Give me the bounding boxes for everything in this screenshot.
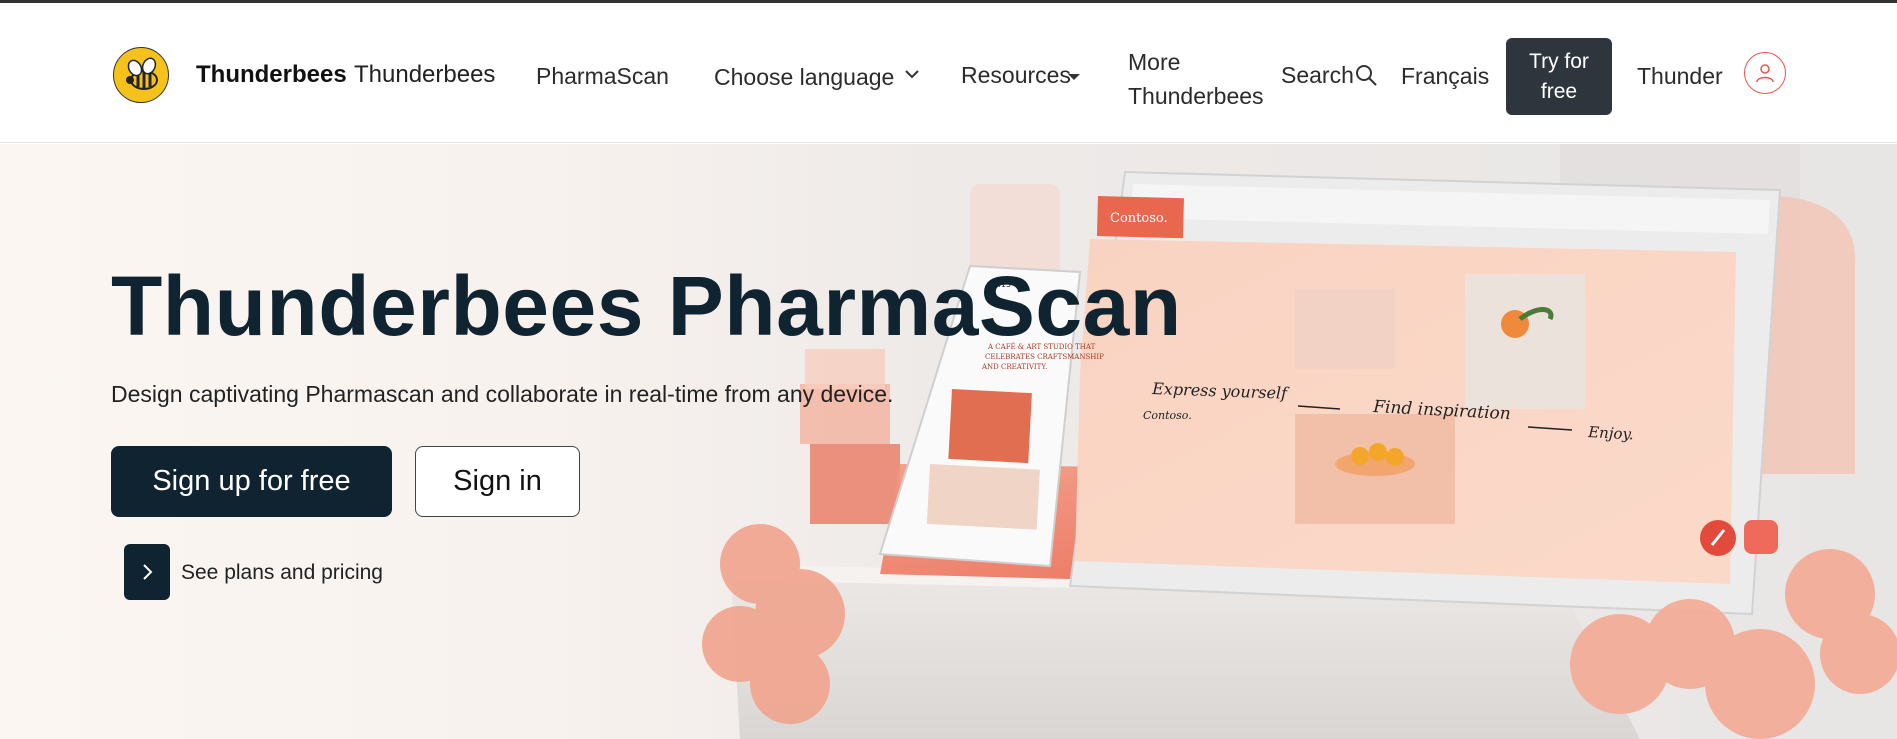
chevron-right-icon[interactable]	[124, 544, 170, 600]
nav-choose-language[interactable]: Choose language	[714, 64, 894, 91]
nav-search[interactable]: Search	[1281, 62, 1354, 89]
svg-text:Contoso.: Contoso.	[1143, 409, 1192, 422]
hero-subtitle: Design captivating Pharmascan and collab…	[111, 381, 894, 407]
caret-down-icon[interactable]	[1068, 74, 1080, 80]
user-avatar-icon[interactable]	[1744, 52, 1786, 94]
nav-account-name[interactable]: Thunder	[1637, 63, 1723, 90]
svg-text:AND CREATIVITY.: AND CREATIVITY.	[981, 363, 1047, 371]
nav-language-fr[interactable]: Français	[1401, 63, 1489, 90]
svg-text:Enjoy.: Enjoy.	[1587, 423, 1634, 443]
brand-name[interactable]: Thunderbees	[354, 61, 495, 89]
nav-more-thunderbees[interactable]: More Thunderbees	[1128, 45, 1268, 113]
see-plans-link[interactable]: See plans and pricing	[181, 561, 383, 585]
sign-in-button[interactable]: Sign in	[415, 446, 580, 517]
nav-pharmascan[interactable]: PharmaScan	[536, 63, 669, 90]
bee-logo-icon[interactable]	[113, 47, 169, 103]
hero-title: Thunderbees PharmaScan	[111, 259, 1182, 353]
svg-text:Contoso.: Contoso.	[1110, 211, 1168, 226]
brand-title[interactable]: Thunderbees	[196, 61, 347, 89]
nav-resources[interactable]: Resources	[961, 62, 1071, 89]
image-edit-icon	[1744, 520, 1778, 554]
try-for-free-button[interactable]: Try for free	[1506, 38, 1612, 115]
search-icon[interactable]	[1354, 63, 1378, 92]
sign-up-button[interactable]: Sign up for free	[111, 446, 392, 517]
site-header: Thunderbees Thunderbees PharmaScan Choos…	[0, 3, 1897, 143]
coral-plant-left	[702, 524, 845, 724]
chevron-down-icon[interactable]	[904, 67, 920, 85]
device-illustration: Contoso. Express yourself Contoso. Find …	[702, 144, 1897, 739]
hero-section: Contoso. Express yourself Contoso. Find …	[0, 144, 1897, 739]
